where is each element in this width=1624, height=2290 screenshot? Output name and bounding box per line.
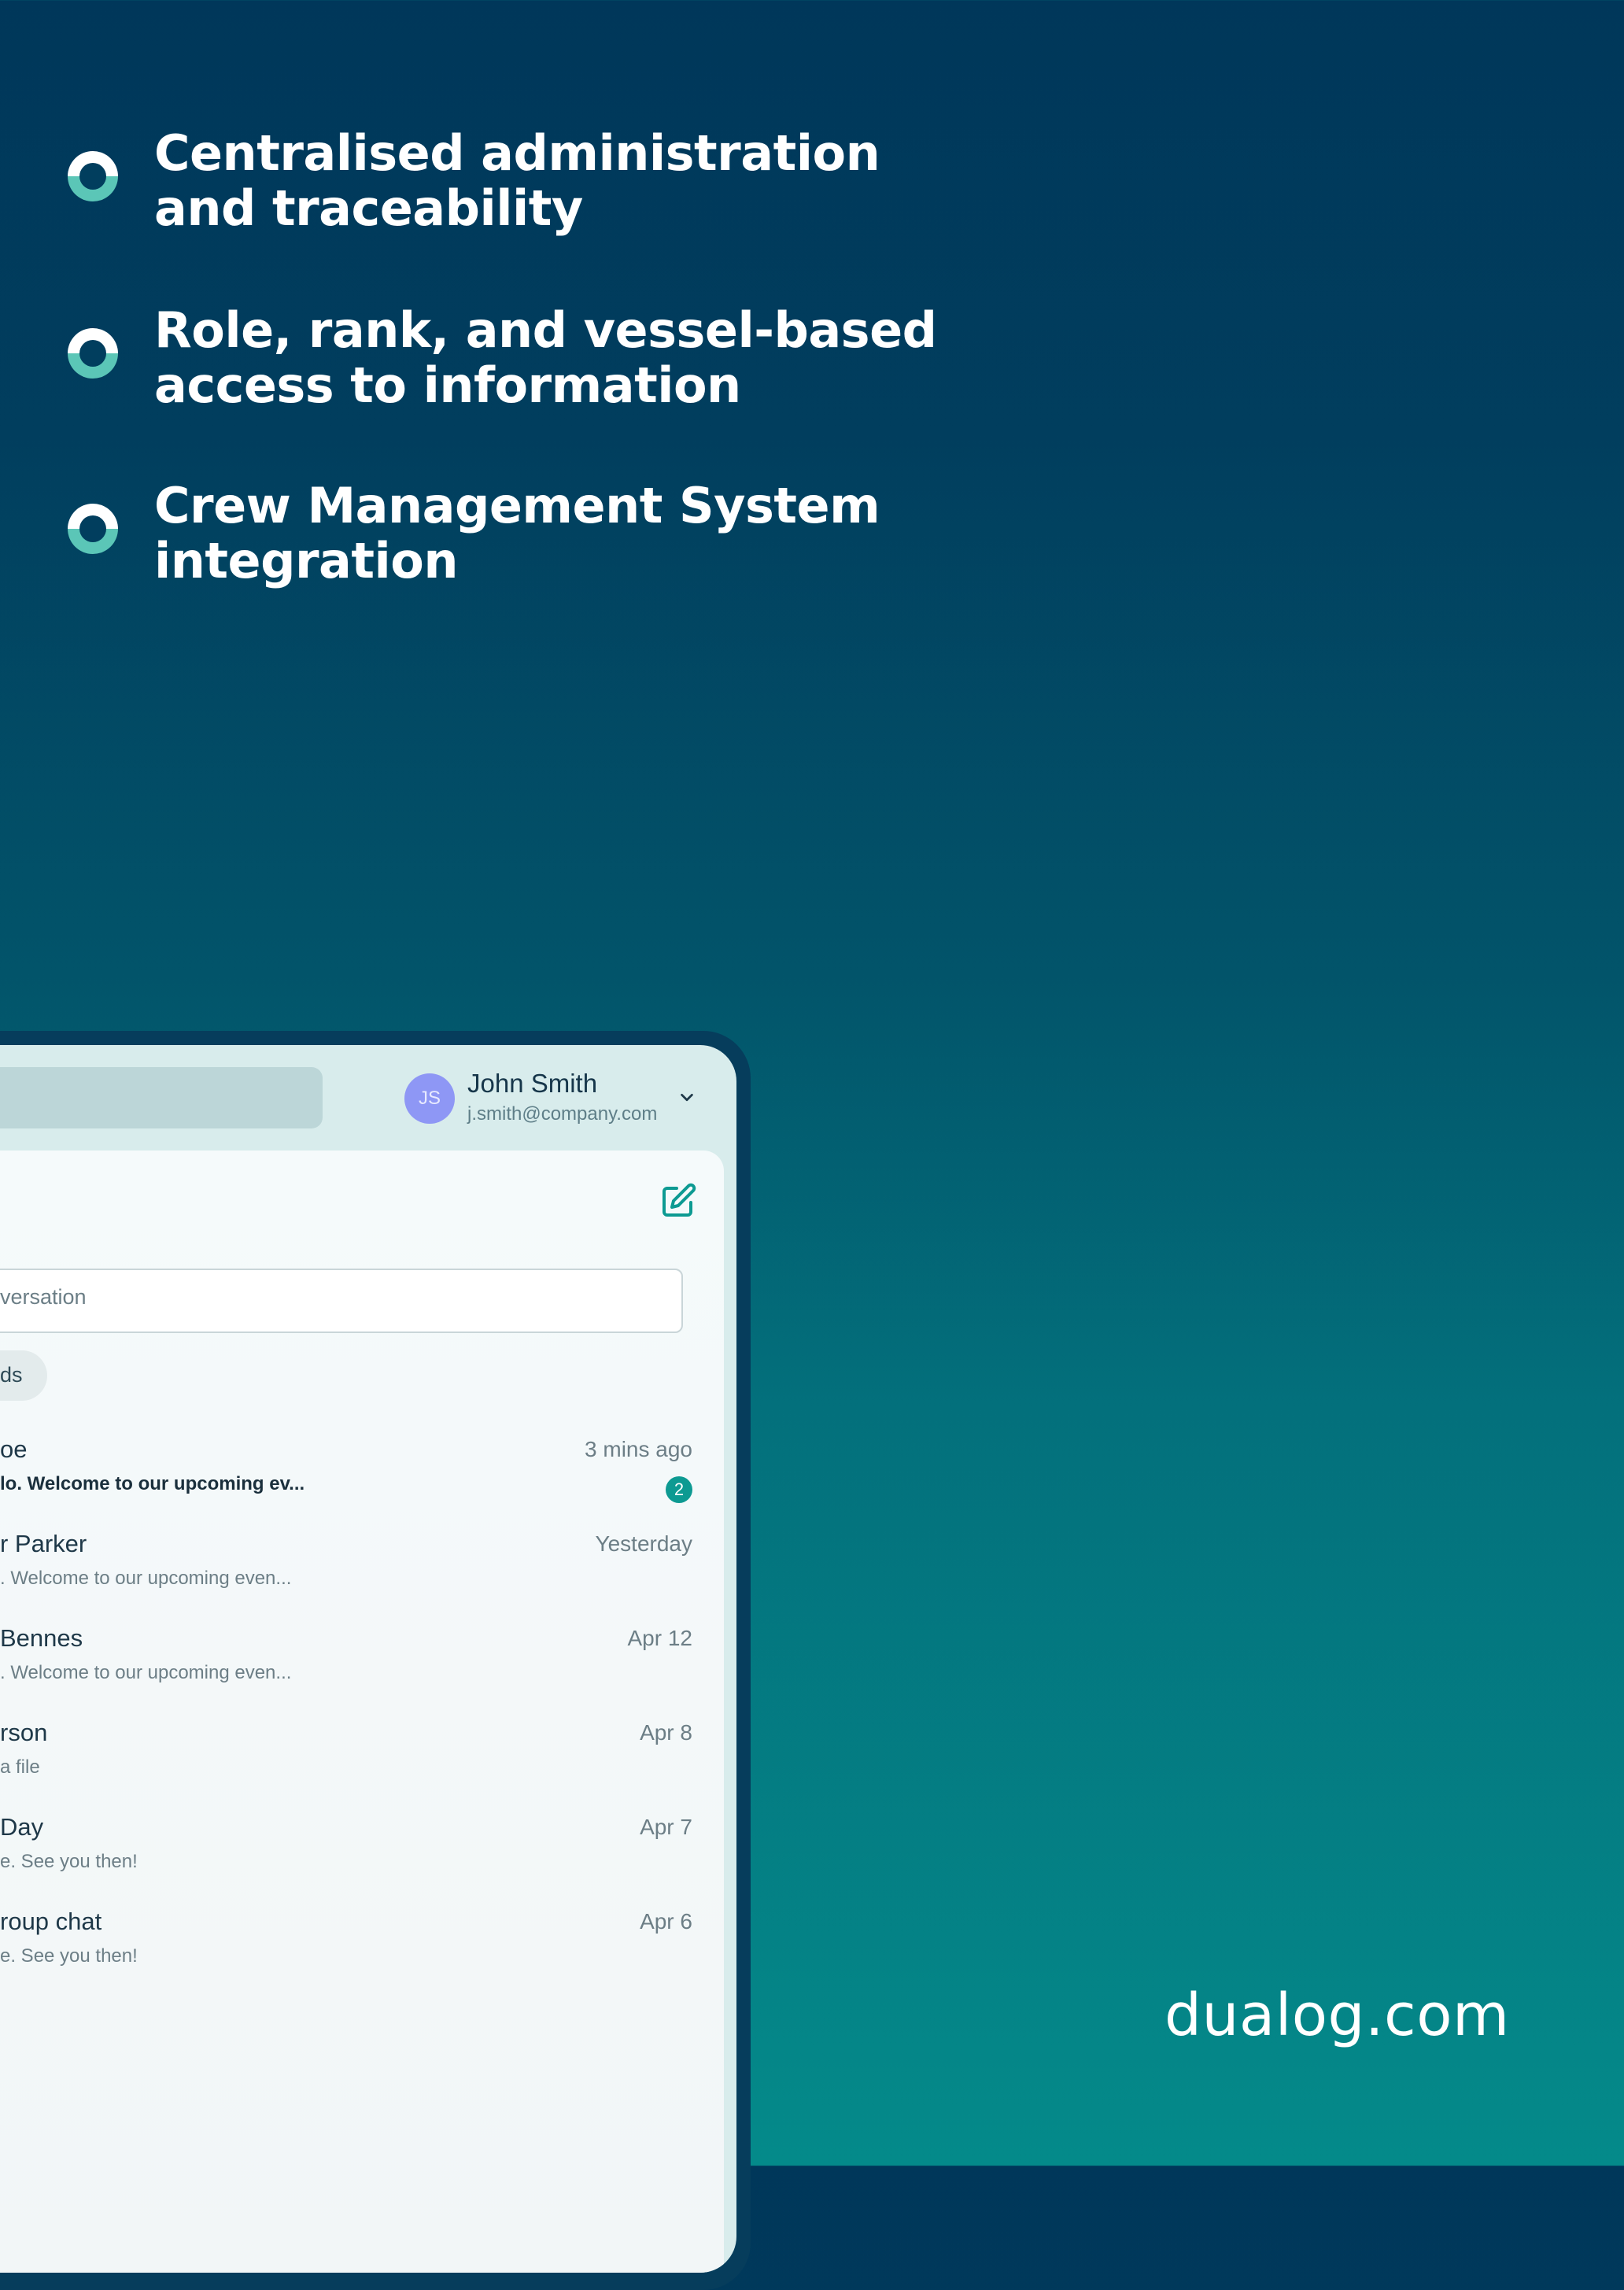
- conversation-name: Day: [0, 1813, 44, 1841]
- conversation-preview: e. See you then!: [0, 1945, 138, 1967]
- global-search-bar[interactable]: [0, 1067, 323, 1128]
- conversation-time: Apr 6: [640, 1909, 692, 1934]
- conversation-preview: lo. Welcome to our upcoming ev...: [0, 1473, 305, 1494]
- conversation-name: Bennes: [0, 1624, 83, 1652]
- feature-line: Role, rank, and vessel-based: [154, 301, 937, 359]
- app-screen: JS John Smith j.smith@company.com versat…: [0, 1045, 736, 2273]
- conversations-panel: versation ds oe lo. Welcome to our upcom…: [0, 1151, 724, 2273]
- search-input[interactable]: [0, 1269, 683, 1333]
- conversation-name: rson: [0, 1719, 48, 1746]
- new-message-icon[interactable]: [659, 1182, 697, 1220]
- bullet-ring-icon: [68, 151, 118, 201]
- list-item[interactable]: Bennes . Welcome to our upcoming even...…: [0, 1624, 724, 1711]
- conversation-preview: . Welcome to our upcoming even...: [0, 1662, 292, 1683]
- unread-badge: 2: [666, 1476, 692, 1503]
- conversation-time: Apr 12: [627, 1626, 693, 1650]
- conversation-name: oe: [0, 1435, 28, 1463]
- conversation-name: r Parker: [0, 1530, 87, 1557]
- website-link[interactable]: dualog.com: [1164, 1982, 1510, 2049]
- conversation-preview: . Welcome to our upcoming even...: [0, 1568, 292, 1589]
- chevron-down-icon[interactable]: [678, 1089, 696, 1106]
- list-item[interactable]: roup chat e. See you then! Apr 6: [0, 1908, 724, 1994]
- user-email: j.smith@company.com: [467, 1103, 658, 1125]
- conversation-time: Apr 8: [640, 1720, 692, 1745]
- avatar[interactable]: JS: [404, 1073, 455, 1124]
- conversation-preview: a file: [0, 1756, 40, 1778]
- bullet-ring-icon: [68, 328, 118, 379]
- bullet-ring-icon: [68, 504, 118, 554]
- user-name: John Smith: [467, 1069, 598, 1098]
- feature-line: Crew Management System: [154, 477, 880, 534]
- list-item[interactable]: rson a file Apr 8: [0, 1719, 724, 1805]
- conversation-time: 3 mins ago: [585, 1437, 692, 1461]
- feature-line: access to information: [154, 356, 741, 414]
- conversation-name: roup chat: [0, 1908, 102, 1935]
- filter-chip-label: ds: [0, 1363, 23, 1387]
- list-item[interactable]: oe lo. Welcome to our upcoming ev... 3 m…: [0, 1435, 724, 1522]
- list-item[interactable]: Day e. See you then! Apr 7: [0, 1813, 724, 1900]
- feature-line: and traceability: [154, 179, 583, 237]
- conversation-time: Apr 7: [640, 1815, 692, 1839]
- conversation-time: Yesterday: [595, 1531, 693, 1556]
- conversation-preview: e. See you then!: [0, 1851, 138, 1872]
- list-item[interactable]: r Parker . Welcome to our upcoming even.…: [0, 1530, 724, 1616]
- feature-line: integration: [154, 532, 459, 589]
- search-placeholder: versation: [0, 1285, 87, 1309]
- feature-line: Centralised administration: [154, 124, 880, 182]
